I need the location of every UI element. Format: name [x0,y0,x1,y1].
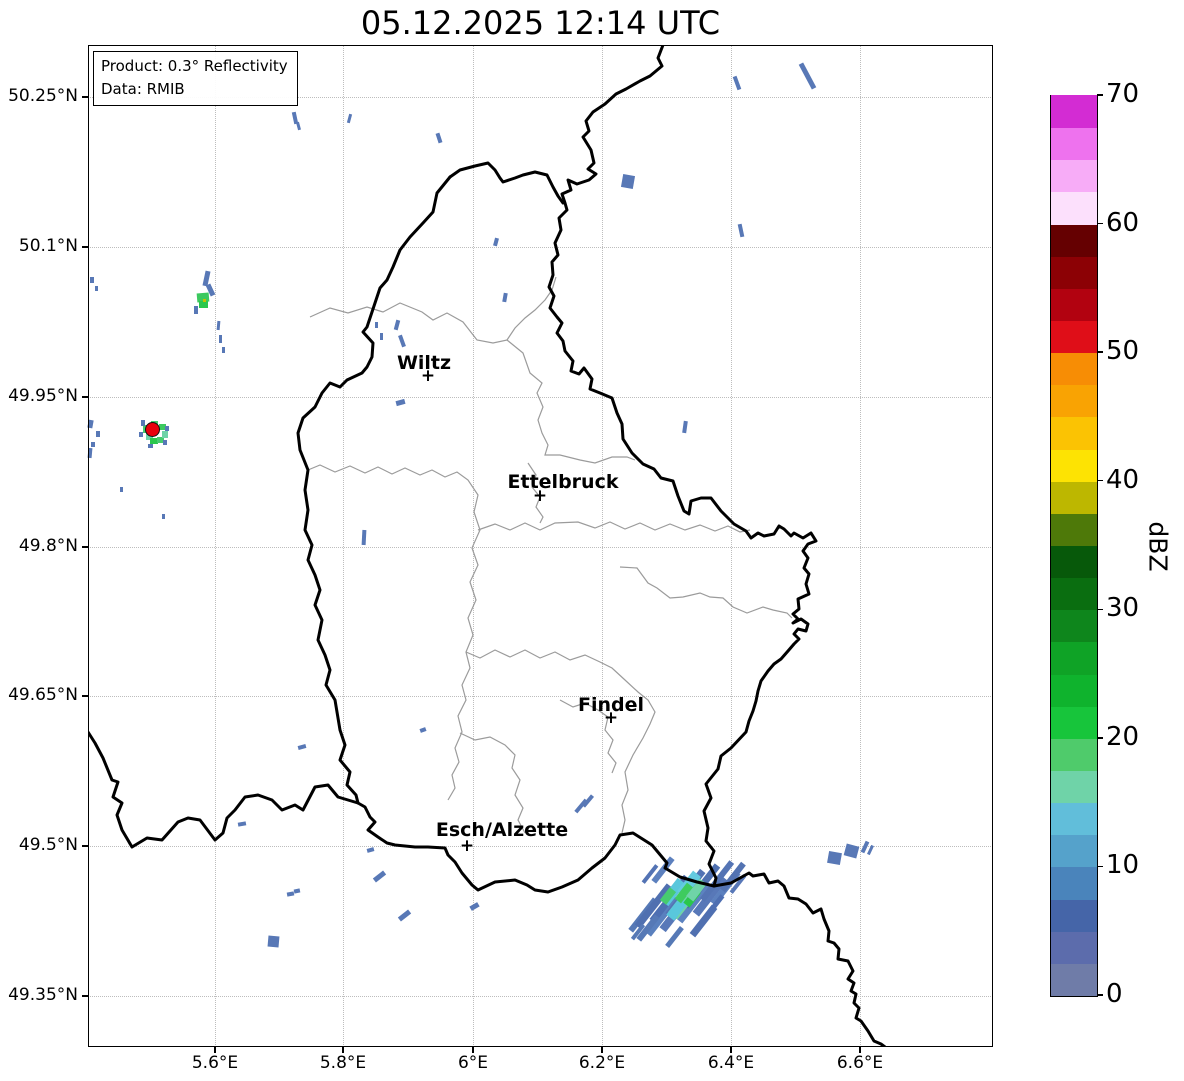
colorbar-tick [1097,351,1103,353]
x-axis-tick-label: 5.8°E [319,1053,367,1073]
colorbar-segment [1051,609,1097,643]
france-border-west [88,730,360,849]
luxembourg-west-border [296,175,452,805]
canton-border-line [465,649,656,834]
colorbar-segment [1051,898,1097,932]
colorbar-tick-label: 0 [1106,979,1123,1009]
radar-site-clutter [162,431,168,438]
y-axis-tick-label: 50.25°N [8,86,78,106]
figure-title: 05.12.2025 12:14 UTC [360,4,721,42]
luxembourg-north-border [448,161,565,205]
map-plot-area: Product: 0.3° Reflectivity Data: RMIB Wi… [87,45,993,1047]
x-axis-tick-label: 6.6°E [836,1053,884,1073]
colorbar-segment [1051,320,1097,354]
germany-belgium-luxembourg-east-border [547,45,818,888]
city-marker-icon: + [420,365,436,386]
luxembourg-south-border [356,801,716,894]
y-axis-tick-label: 49.95°N [8,386,78,406]
colorbar-segment [1051,545,1097,579]
colorbar-segment [1051,931,1097,964]
colorbar-segment [1051,256,1097,289]
colorbar-segment [1051,384,1097,418]
luxembourg-map [88,45,887,1047]
colorbar-segment [1051,127,1097,161]
radar-site-clutter [139,432,143,437]
y-axis-tick-label: 49.8°N [18,536,78,556]
product-info-box: Product: 0.3° Reflectivity Data: RMIB [93,51,298,106]
colorbar-units-label: dBZ [1143,521,1173,572]
colorbar-tick-label: 50 [1106,336,1140,367]
colorbar-segment [1051,481,1097,514]
canton-border-line [619,566,793,619]
canton-borders [307,276,793,834]
colorbar-segment [1051,802,1097,836]
colorbar-segment [1051,577,1097,611]
colorbar-segment [1051,191,1097,225]
radar-site-clutter [141,420,145,426]
colorbar-tick [1097,480,1103,482]
colorbar-segment [1051,706,1097,739]
canton-border-line [307,464,481,801]
colorbar-segment [1051,513,1097,546]
colorbar-segment [1051,673,1097,707]
colorbar-segment [1051,834,1097,868]
y-axis-tick-label: 49.5°N [18,835,78,855]
colorbar-tick-label: 70 [1106,79,1140,109]
colorbar-segment [1051,738,1097,771]
colorbar-segment [1051,288,1097,321]
x-axis-tick-label: 5.6°E [191,1053,239,1073]
radar-site-marker [145,422,160,437]
city-label-esch-alzette: Esch/Alzette [435,819,569,841]
colorbar-tick-label: 30 [1106,593,1140,624]
germany-france-border-southeast [712,871,887,1047]
city-label-ettelbruck: Ettelbruck [507,471,619,493]
product-info-line: Product: 0.3° Reflectivity [101,57,288,75]
colorbar-tick [1097,608,1103,610]
colorbar-tick-label: 60 [1106,207,1140,238]
data-source-line: Data: RMIB [101,79,185,98]
y-axis-tick-label: 49.35°N [8,985,78,1005]
colorbar-segment [1051,159,1097,193]
radar-site-clutter [165,426,169,431]
colorbar-tick [1097,222,1103,225]
colorbar-tick [1097,865,1103,868]
reflectivity-colorbar [1050,95,1098,997]
radar-figure: 05.12.2025 12:14 UTC Product: 0.3° Refle… [0,0,1184,1081]
city-marker-icon: + [532,485,548,506]
y-axis-tick-label: 50.1°N [18,236,78,256]
colorbar-tick [1097,994,1103,996]
colorbar-tick-label: 20 [1106,721,1140,752]
colorbar-tick-label: 10 [1106,850,1140,881]
canton-border-line [477,521,751,533]
colorbar-segment [1051,770,1097,804]
x-axis-tick-label: 6.4°E [707,1053,755,1073]
x-axis-tick-label: 6°E [457,1053,489,1073]
x-axis-tick-label: 6.2°E [578,1053,626,1073]
colorbar-tick [1097,737,1103,739]
colorbar-segment [1051,866,1097,900]
colorbar-segment [1051,641,1097,675]
colorbar-tick-label: 40 [1106,464,1140,495]
radar-site-clutter [163,440,167,445]
colorbar-segment [1051,963,1097,996]
colorbar-segment [1051,416,1097,450]
colorbar-segment [1051,448,1097,482]
colorbar-tick [1097,94,1103,96]
colorbar-segment [1051,352,1097,386]
national-borders [88,45,887,1047]
colorbar-segment [1051,95,1097,129]
colorbar-segment [1051,223,1097,257]
city-marker-icon: + [459,835,475,856]
y-axis-tick-label: 49.65°N [8,685,78,705]
canton-border-line [309,302,636,464]
city-marker-icon: + [603,707,619,728]
radar-site-clutter [148,444,153,448]
canton-border-line [459,732,526,834]
